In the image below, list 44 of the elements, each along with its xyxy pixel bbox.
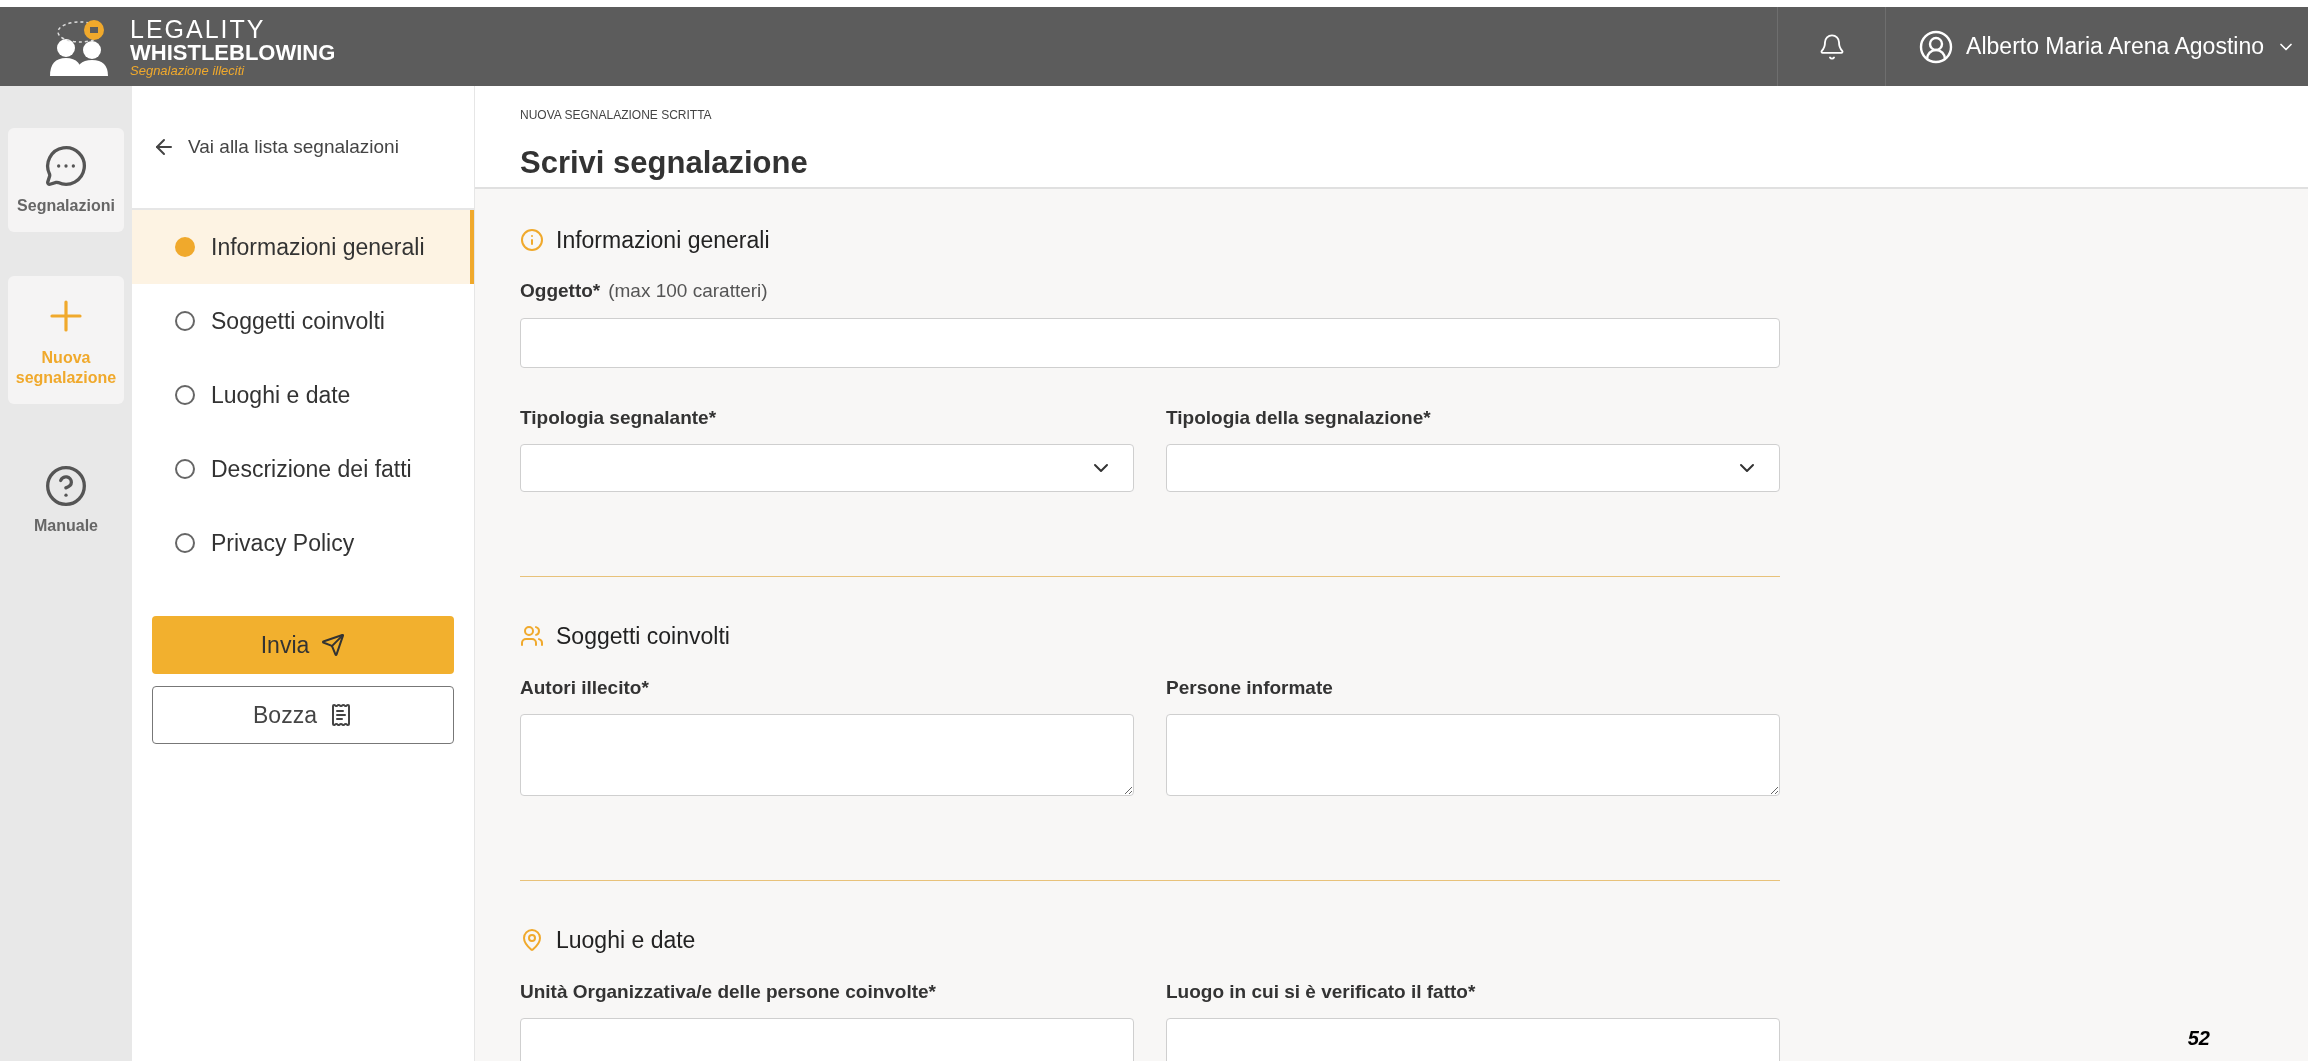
logo-text: WHISTLEBLOWING: [130, 41, 336, 64]
step-item[interactable]: Descrizione dei fatti: [132, 432, 474, 506]
user-menu[interactable]: Alberto Maria Arena Agostino: [1918, 28, 2296, 65]
field-label: Unità Organizzativa/e delle persone coinvolte*: [520, 979, 936, 1004]
step-item[interactable]: Soggetti coinvolti: [132, 284, 474, 358]
text-area[interactable]: [520, 714, 1134, 796]
user-avatar-icon: [1918, 28, 1955, 65]
select-field[interactable]: [1166, 444, 1780, 492]
field-label: Tipologia della segnalazione*: [1166, 405, 1431, 430]
people-icon: [520, 624, 544, 649]
nav-label: Nuova segnalazione: [14, 348, 118, 388]
location-pin-icon: [520, 928, 544, 953]
text-area[interactable]: [1166, 714, 1780, 796]
breadcrumb: NUOVA SEGNALAZIONE SCRITTA: [520, 107, 713, 124]
draft-button[interactable]: Bozza: [152, 686, 454, 744]
chat-bubble-icon: [44, 144, 88, 188]
text-field[interactable]: [520, 1018, 1134, 1061]
page-number: 52: [2187, 1026, 2210, 1051]
field-label: Persone informate: [1166, 675, 1333, 700]
field-label: Tipologia segnalante*: [520, 405, 717, 430]
help-icon: [44, 464, 88, 508]
paper-plane-icon: [321, 633, 346, 657]
field-label: Oggetto*: [520, 279, 601, 303]
logo-text: LEGALITY: [130, 16, 267, 42]
text-field[interactable]: [520, 317, 1780, 368]
field-label: Luogo in cui si è verificato il fatto*: [1166, 979, 1476, 1004]
text-field[interactable]: [1166, 1018, 1780, 1061]
info-icon: [520, 227, 544, 252]
select-field[interactable]: [520, 444, 1134, 492]
section-title: Luoghi e date: [556, 926, 696, 955]
nav-item[interactable]: Manuale: [8, 448, 124, 552]
send-button[interactable]: Invia: [152, 616, 454, 674]
nav-label: Manuale: [34, 516, 98, 536]
section-title: Soggetti coinvolti: [556, 622, 730, 651]
step-item[interactable]: Informazioni generali: [132, 210, 474, 284]
field-hint: (max 100 caratteri): [608, 279, 768, 303]
page-title: Scrivi segnalazione: [520, 144, 809, 182]
step-item[interactable]: Luoghi e date: [132, 358, 474, 432]
nav-label: Segnalazioni: [17, 196, 115, 216]
logo-tagline: Segnalazione illeciti: [130, 63, 246, 77]
section-title: Informazioni generali: [556, 225, 770, 255]
field-label: Autori illecito*: [520, 675, 649, 700]
nav-item[interactable]: Segnalazioni: [8, 128, 124, 232]
step-item[interactable]: Privacy Policy: [132, 506, 474, 580]
